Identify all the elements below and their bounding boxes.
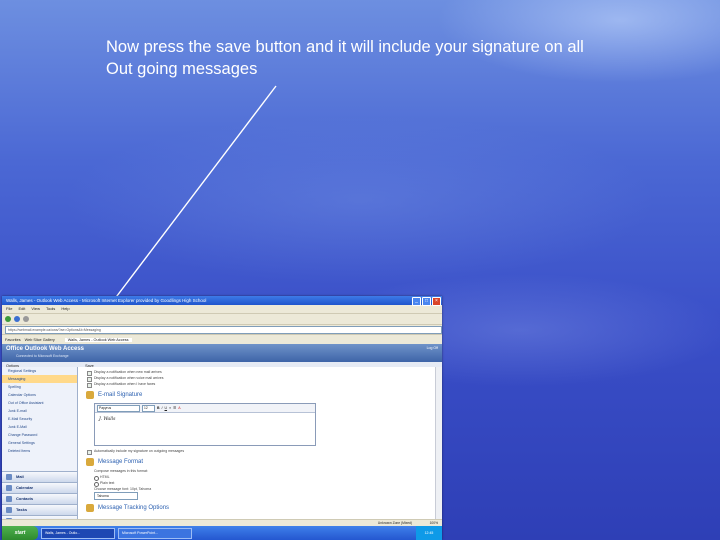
owa-header: Office Outlook Web Access Connected to M…: [2, 344, 442, 362]
taskbar-item-outlook[interactable]: Walls, James - Outlo...: [41, 527, 115, 539]
browser-toolbar: [2, 313, 442, 324]
close-icon[interactable]: ×: [432, 297, 441, 306]
log-off-link[interactable]: Log Off: [427, 346, 438, 350]
nav-item[interactable]: E-Mail Security: [2, 415, 77, 423]
color-icon[interactable]: A: [178, 406, 180, 410]
owa-logo: Office Outlook Web Access: [6, 346, 85, 352]
maximize-icon[interactable]: □: [422, 297, 431, 306]
list-icon[interactable]: ☰: [173, 406, 176, 410]
nav-item[interactable]: Deleted Items: [2, 447, 77, 455]
system-clock: 12:45: [416, 526, 442, 540]
module-buttons: Mail Calendar Contacts Tasks Documents: [2, 471, 77, 526]
message-font-label: Choose message font: 10pt, Tahoma: [94, 487, 152, 491]
tracking-heading: Message Tracking Options: [84, 502, 436, 514]
nav-item[interactable]: Junk E-mail: [2, 407, 77, 415]
contacts-button[interactable]: Contacts: [2, 493, 77, 504]
scrollbar[interactable]: [435, 367, 442, 526]
editor-toolbar: Papyrus 12 B I U ≡ ☰ A: [95, 404, 315, 413]
owa-body: Regional Settings Messaging Spelling Cal…: [2, 367, 442, 526]
nav-item[interactable]: Calendar Options: [2, 391, 77, 399]
underline-icon[interactable]: U: [165, 406, 168, 410]
font-size-select[interactable]: 12: [142, 404, 155, 412]
signature-editor: Papyrus 12 B I U ≡ ☰ A J. Walls: [94, 403, 316, 446]
italic-icon[interactable]: I: [162, 406, 163, 410]
address-input[interactable]: https://webmail.example.ca/owa/?ae=Optio…: [5, 325, 442, 334]
window-title: Walls, James - Outlook Web Access - Micr…: [6, 298, 207, 303]
browser-tab[interactable]: Walls, James - Outlook Web Access: [64, 337, 132, 342]
nav-item[interactable]: Out of Office Assistant: [2, 399, 77, 407]
nav-item[interactable]: General Settings: [2, 439, 77, 447]
tasks-button[interactable]: Tasks: [2, 504, 77, 515]
align-icon[interactable]: ≡: [169, 406, 171, 410]
minimize-icon[interactable]: _: [412, 297, 421, 306]
favorites-button[interactable]: Favorites: [5, 338, 21, 342]
auto-include-checkbox[interactable]: Automatically include my signature on ou…: [84, 448, 436, 455]
refresh-icon[interactable]: [23, 316, 29, 322]
nav-item[interactable]: Spelling: [2, 383, 77, 391]
format-plain-radio[interactable]: Plain text: [84, 480, 436, 487]
options-nav: Regional Settings Messaging Spelling Cal…: [2, 367, 78, 526]
web-slice-gallery-link[interactable]: Web Slice Gallery: [25, 338, 55, 342]
favorites-bar: Favorites Web Slice Gallery Walls, James…: [2, 334, 442, 344]
font-select[interactable]: Papyrus: [97, 404, 140, 412]
mail-button[interactable]: Mail: [2, 471, 77, 482]
menu-file[interactable]: File: [6, 305, 12, 313]
address-bar: https://webmail.example.ca/owa/?ae=Optio…: [2, 324, 442, 334]
signature-heading: E-mail Signature: [84, 389, 436, 401]
nav-item[interactable]: Regional Settings: [2, 367, 77, 375]
menu-view[interactable]: View: [31, 305, 40, 313]
menu-bar: File Edit View Tools Help: [2, 305, 442, 313]
nav-item[interactable]: Change Password: [2, 431, 77, 439]
forward-icon[interactable]: [14, 316, 20, 322]
message-font-select[interactable]: Tahoma: [94, 492, 138, 500]
window-titlebar: Walls, James - Outlook Web Access - Micr…: [2, 296, 442, 306]
nav-item-messaging[interactable]: Messaging: [2, 375, 77, 383]
taskbar-item-powerpoint[interactable]: Microsoft PowerPoint...: [118, 527, 192, 539]
start-button[interactable]: start: [2, 526, 38, 540]
window-controls: _ □ ×: [412, 297, 441, 306]
options-content: Display a notification when new mail arr…: [78, 367, 442, 526]
bold-icon[interactable]: B: [157, 406, 160, 410]
signature-text[interactable]: J. Walls: [95, 413, 315, 445]
menu-edit[interactable]: Edit: [18, 305, 25, 313]
notification-checkbox[interactable]: Display a notification when I have faxes: [84, 381, 436, 388]
menu-tools[interactable]: Tools: [46, 305, 55, 313]
taskbar: start Walls, James - Outlo... Microsoft …: [2, 526, 442, 540]
owa-subtitle: Connected to Microsoft Exchange: [16, 354, 69, 358]
nav-item[interactable]: Junk E-Mail: [2, 423, 77, 431]
calendar-button[interactable]: Calendar: [2, 482, 77, 493]
browser-window-screenshot: Walls, James - Outlook Web Access - Micr…: [2, 296, 442, 540]
back-icon[interactable]: [5, 316, 11, 322]
status-bar: Unknown Zone (Mixed) 100%: [2, 519, 442, 526]
message-format-heading: Message Format: [84, 456, 436, 468]
menu-help[interactable]: Help: [61, 305, 69, 313]
